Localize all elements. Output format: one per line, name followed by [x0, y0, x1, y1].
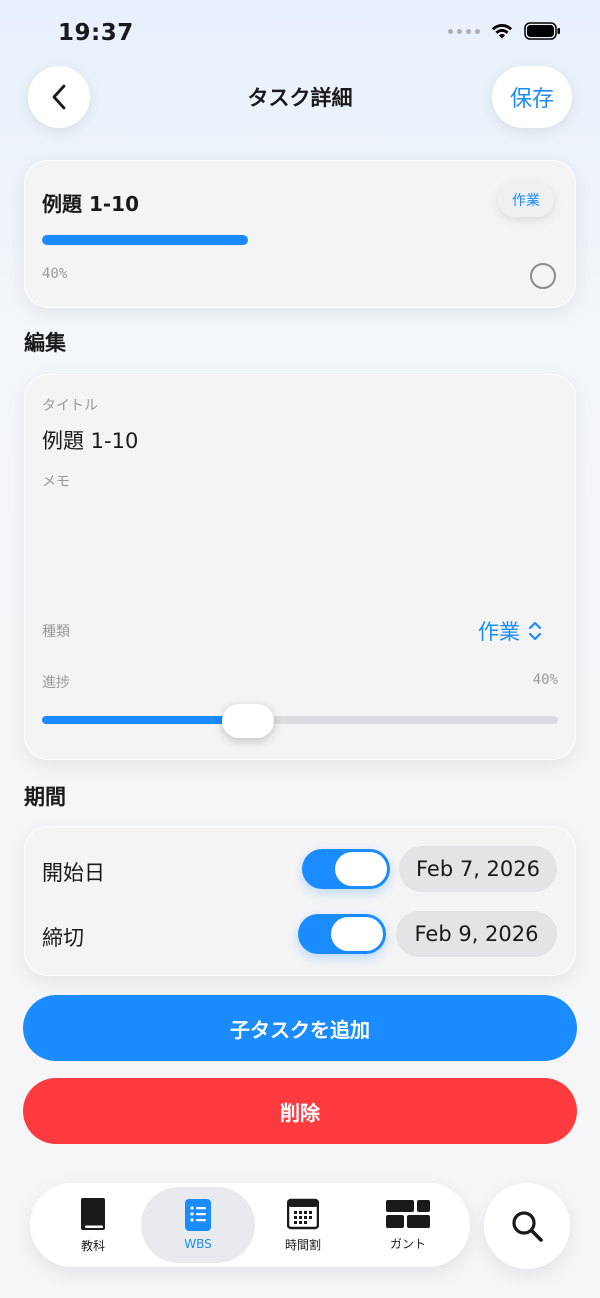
signal-dots-icon [448, 28, 480, 34]
search-button[interactable] [484, 1183, 570, 1269]
add-child-task-button[interactable]: 子タスクを追加 [23, 995, 577, 1061]
edit-section-title: 編集 [24, 331, 66, 355]
task-summary-card [24, 160, 576, 308]
title-field-label: タイトル [42, 398, 98, 414]
kind-chip: 作業 [498, 183, 554, 217]
status-time: 19:37 [58, 20, 134, 46]
memo-field-label: メモ [42, 474, 70, 490]
tab-gantt-label: ガント [389, 1236, 426, 1251]
save-button[interactable]: 保存 [492, 66, 572, 128]
wifi-icon [492, 23, 512, 39]
status-icons [448, 22, 562, 40]
gantt-icon [386, 1199, 430, 1228]
progress-label: 進捗 [42, 675, 70, 691]
tab-subjects-label: 教科 [80, 1238, 105, 1253]
period-section-title: 期間 [24, 785, 66, 809]
book-icon [81, 1197, 105, 1230]
start-date-toggle[interactable] [302, 849, 390, 889]
progress-value-label: 40% [532, 672, 558, 688]
due-date-toggle[interactable] [298, 914, 386, 954]
kind-picker-value: 作業 [478, 620, 520, 644]
start-date-label: 開始日 [42, 861, 105, 885]
summary-progress-bar [42, 235, 248, 245]
tab-wbs[interactable]: WBS [141, 1187, 255, 1263]
summary-title: 例題 1-10 [42, 192, 140, 216]
chevron-up-down-icon [528, 621, 542, 641]
title-field[interactable]: 例題 1-10 [42, 425, 138, 455]
kind-label: 種類 [42, 624, 70, 640]
battery-icon [524, 22, 560, 40]
calendar-icon [287, 1198, 319, 1229]
progress-slider-fill [42, 716, 248, 724]
summary-progress-label: 40% [42, 266, 68, 282]
tab-timetable-label: 時間割 [284, 1237, 321, 1252]
start-date-picker[interactable]: Feb 7, 2026 [399, 846, 557, 892]
memo-field[interactable] [42, 498, 558, 598]
search-icon [512, 1211, 543, 1242]
tab-timetable[interactable]: 時間割 [246, 1187, 360, 1263]
progress-slider-thumb[interactable] [222, 704, 274, 738]
tab-wbs-label: WBS [184, 1237, 212, 1251]
tab-gantt[interactable]: ガント [351, 1187, 465, 1263]
delete-button[interactable]: 削除 [23, 1078, 577, 1144]
kind-picker[interactable]: 作業 [478, 616, 542, 646]
list-icon [185, 1199, 211, 1231]
due-date-picker[interactable]: Feb 9, 2026 [396, 911, 557, 957]
due-date-label: 締切 [42, 926, 84, 950]
complete-toggle-circle[interactable] [530, 263, 556, 289]
tab-subjects[interactable]: 教科 [36, 1187, 150, 1263]
